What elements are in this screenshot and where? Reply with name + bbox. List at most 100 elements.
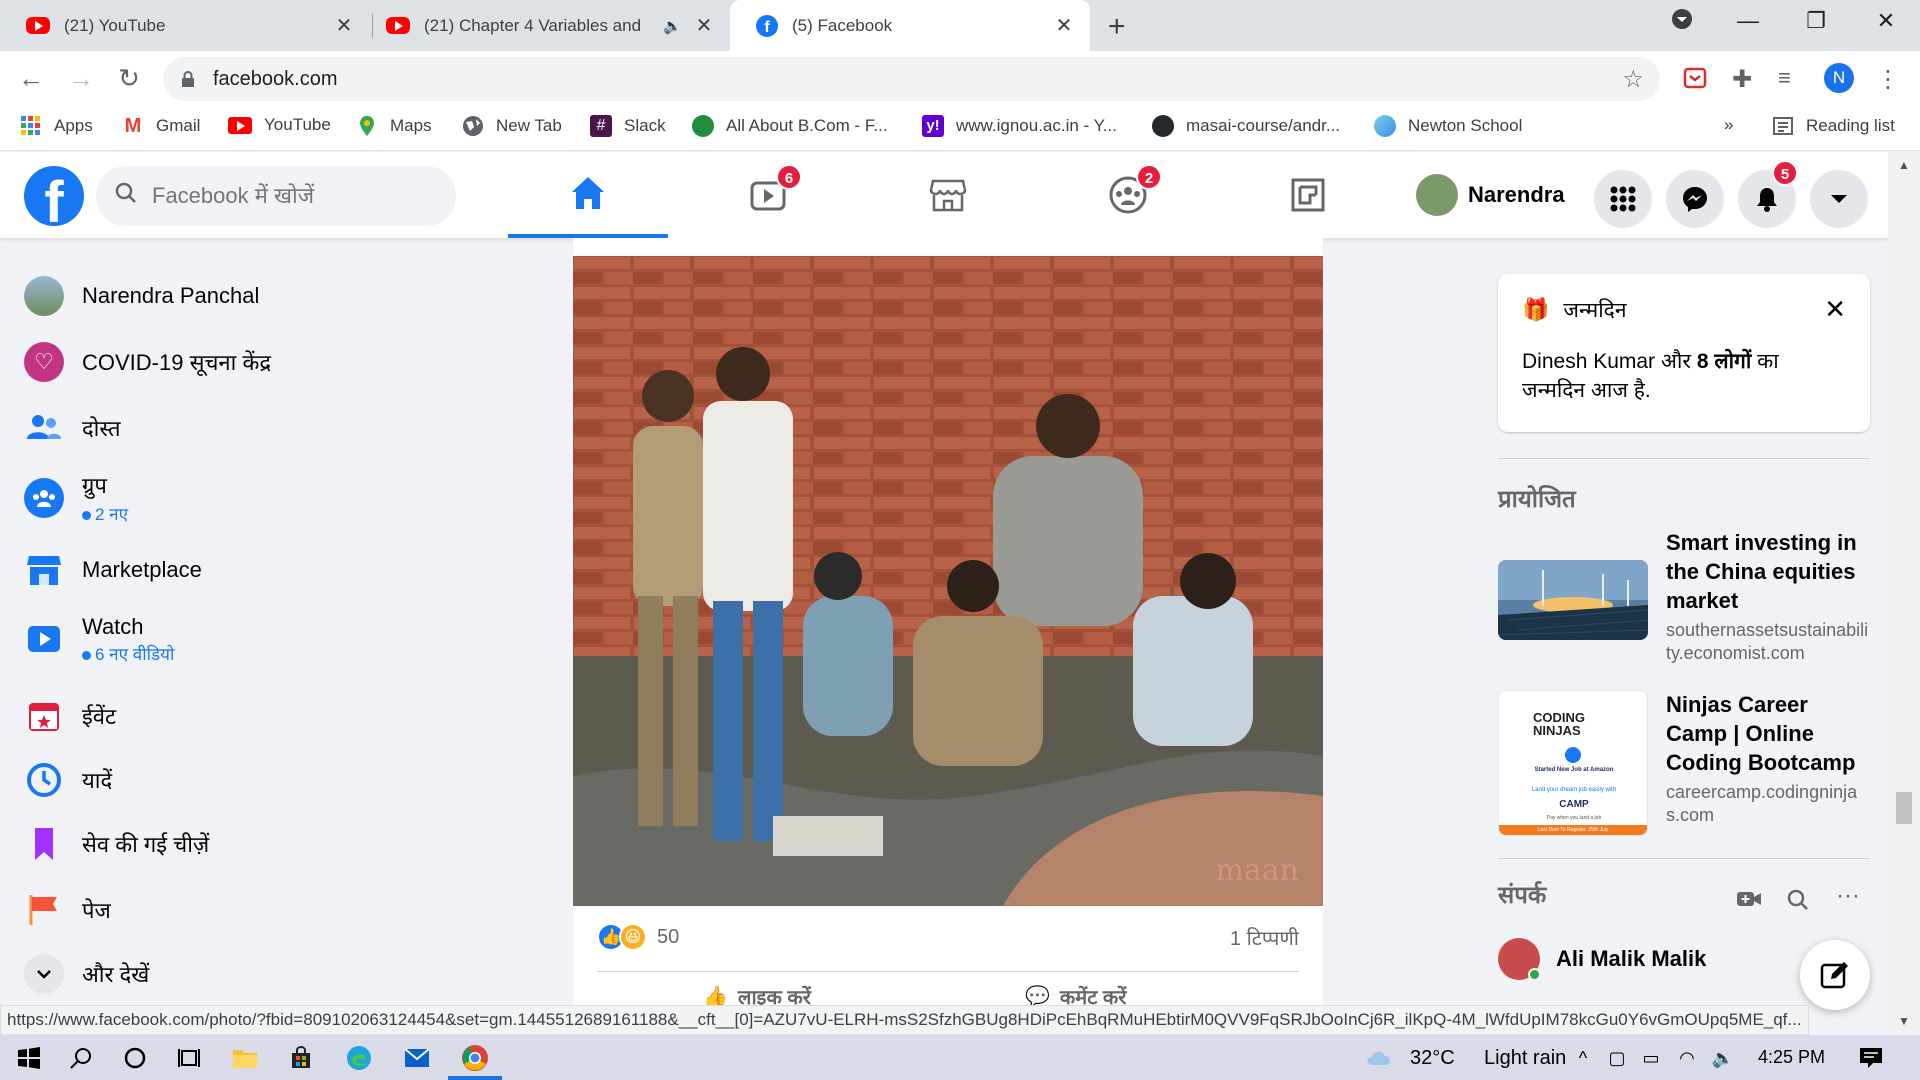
contact-item[interactable]: Ali Malik Malik (1498, 938, 1706, 981)
account-menu-button[interactable] (1810, 170, 1868, 228)
profile-chip[interactable]: Narendra (1416, 174, 1565, 216)
contacts-heading: संपर्क (1498, 882, 1547, 909)
sponsored-ad[interactable]: Smart investing in the China equities ma… (1498, 528, 1870, 665)
groups-badge: 2 (1136, 164, 1162, 190)
file-explorer-icon[interactable] (230, 1043, 260, 1073)
battery-icon[interactable]: ▭ (1636, 1043, 1666, 1073)
sidebar-item-events[interactable]: ईवेंट (24, 696, 116, 736)
post-photo[interactable]: maan (573, 256, 1323, 906)
weather-description[interactable]: Light rain (1484, 1047, 1566, 1070)
extension-pocket-icon[interactable] (1682, 65, 1708, 91)
search-icon[interactable] (66, 1043, 96, 1073)
volume-icon[interactable]: 🔈 (1708, 1043, 1738, 1073)
birthday-person[interactable]: Dinesh Kumar (1522, 350, 1655, 373)
bookmark-youtube[interactable]: YouTube (228, 115, 331, 135)
sidebar-item-covid[interactable]: ♡ COVID-19 सूचना केंद्र (24, 342, 271, 382)
bookmark-maps[interactable]: Maps (356, 115, 432, 137)
restore-button[interactable]: ❐ (1796, 8, 1836, 34)
sidebar-item-groups[interactable]: ग्रुप 2 नए (24, 470, 128, 525)
bookmarks-overflow-button[interactable]: » (1724, 115, 1733, 135)
task-view-icon[interactable] (174, 1043, 204, 1073)
browser-tab-youtube[interactable]: (21) YouTube ✕ (0, 0, 370, 51)
store-icon[interactable] (286, 1043, 316, 1073)
scrollbar-thumb[interactable] (1896, 792, 1912, 824)
tray-expand-icon[interactable]: ^ (1568, 1043, 1598, 1073)
sidebar-item-watch[interactable]: Watch 6 नए वीडियो (24, 614, 174, 665)
speaker-icon[interactable]: 🔈 (663, 17, 682, 35)
sidebar-item-friends[interactable]: दोस्त (24, 408, 120, 448)
address-bar[interactable]: facebook.com ☆ (163, 57, 1660, 101)
page-scrollbar[interactable]: ▲ ▼ (1888, 152, 1920, 1034)
mail-icon[interactable] (402, 1043, 432, 1073)
bookmark-apps[interactable]: Apps (20, 115, 93, 137)
sidebar-item-profile[interactable]: Narendra Panchal (24, 276, 259, 316)
menu-grid-button[interactable] (1594, 170, 1652, 228)
facebook-logo[interactable]: f (24, 166, 84, 226)
chrome-menu-icon[interactable]: ⋮ (1876, 65, 1902, 93)
notifications-center-icon[interactable] (1856, 1043, 1886, 1073)
new-tab-button[interactable]: + (1108, 10, 1126, 44)
scroll-down-arrow-icon[interactable]: ▼ (1898, 1014, 1910, 1028)
birthday-others[interactable]: 8 लोगों (1697, 350, 1751, 373)
browser-tab-chapter4[interactable]: (21) Chapter 4 Variables and 🔈 ✕ (360, 0, 730, 51)
sidebar-item-marketplace[interactable]: Marketplace (24, 550, 202, 590)
contacts-options-icon[interactable]: ··· (1836, 882, 1860, 910)
bookmark-ignou[interactable]: y! www.ignou.ac.in - Y... (922, 115, 1117, 137)
minimize-button[interactable]: — (1728, 8, 1768, 34)
close-tab-icon[interactable]: ✕ (694, 13, 714, 38)
maps-icon (356, 115, 378, 137)
nav-watch[interactable]: 6 (688, 152, 848, 238)
clock-time[interactable]: 4:25 PM (1758, 1047, 1825, 1068)
close-icon[interactable]: ✕ (1824, 294, 1846, 325)
notifications-button[interactable]: 5 (1738, 160, 1798, 228)
birthday-card[interactable]: 🎁 जन्मदिन ✕ Dinesh Kumar और 8 लोगों का ज… (1498, 274, 1870, 432)
scroll-up-arrow-icon[interactable]: ▲ (1898, 158, 1910, 172)
extensions-puzzle-icon[interactable]: ✚ (1732, 65, 1758, 93)
sidebar-see-more[interactable]: और देखें (24, 954, 149, 994)
sidebar-item-pages[interactable]: पेज (24, 890, 111, 930)
comment-count[interactable]: 1 टिप्पणी (1230, 924, 1299, 951)
media-control-icon[interactable]: ≡ (1778, 65, 1804, 91)
reaction-count[interactable]: 50 (657, 926, 679, 949)
reload-button[interactable]: ↻ (112, 63, 146, 94)
search-contacts-icon[interactable] (1786, 888, 1810, 917)
sponsored-ad[interactable]: CODING NINJAS Started New Job at Amazon … (1498, 690, 1870, 836)
wifi-icon[interactable]: ◠ (1672, 1043, 1702, 1073)
back-button[interactable]: ← (14, 63, 48, 94)
new-room-icon[interactable] (1736, 888, 1762, 915)
search-input[interactable] (152, 183, 432, 209)
bookmark-slack[interactable]: # Slack (590, 115, 666, 137)
bookmark-allaboutbcom[interactable]: All About B.Com - F... (692, 115, 888, 137)
bookmark-github[interactable]: masai-course/andr... (1152, 115, 1340, 137)
nav-groups[interactable]: 2 (1048, 152, 1208, 238)
chrome-icon[interactable] (460, 1043, 490, 1073)
nav-marketplace[interactable] (868, 152, 1028, 238)
close-tab-icon[interactable]: ✕ (334, 13, 354, 38)
bookmark-new-tab[interactable]: New Tab (462, 115, 562, 137)
cortana-icon[interactable] (120, 1043, 150, 1073)
weather-cloud-icon[interactable] (1364, 1043, 1394, 1073)
close-window-button[interactable]: ✕ (1866, 8, 1906, 34)
online-status-icon (1528, 968, 1541, 981)
tab-search-icon[interactable] (1662, 8, 1702, 36)
weather-temp[interactable]: 32°C (1410, 1047, 1455, 1070)
reading-list-button[interactable]: Reading list (1772, 115, 1895, 137)
close-tab-icon[interactable]: ✕ (1054, 13, 1074, 38)
new-message-button[interactable] (1800, 940, 1870, 1010)
meet-now-icon[interactable]: ▢ (1602, 1043, 1632, 1073)
bookmark-gmail[interactable]: M Gmail (122, 115, 201, 137)
browser-tab-facebook[interactable]: f (5) Facebook ✕ (730, 0, 1090, 51)
profile-avatar[interactable]: N (1824, 63, 1854, 93)
bookmark-star-icon[interactable]: ☆ (1622, 65, 1644, 94)
sidebar-item-memories[interactable]: यादें (24, 760, 112, 800)
edge-icon[interactable] (344, 1043, 374, 1073)
bookmark-newton-school[interactable]: Newton School (1374, 115, 1522, 137)
tab-title: (21) Chapter 4 Variables and (424, 15, 642, 35)
messenger-button[interactable] (1666, 170, 1724, 228)
forward-button[interactable]: → (64, 63, 98, 94)
windows-start-icon[interactable] (14, 1043, 44, 1073)
facebook-search[interactable] (96, 166, 456, 226)
nav-gaming[interactable] (1228, 152, 1388, 238)
nav-home[interactable] (508, 152, 668, 238)
sidebar-item-saved[interactable]: सेव की गई चीज़ें (24, 824, 209, 864)
